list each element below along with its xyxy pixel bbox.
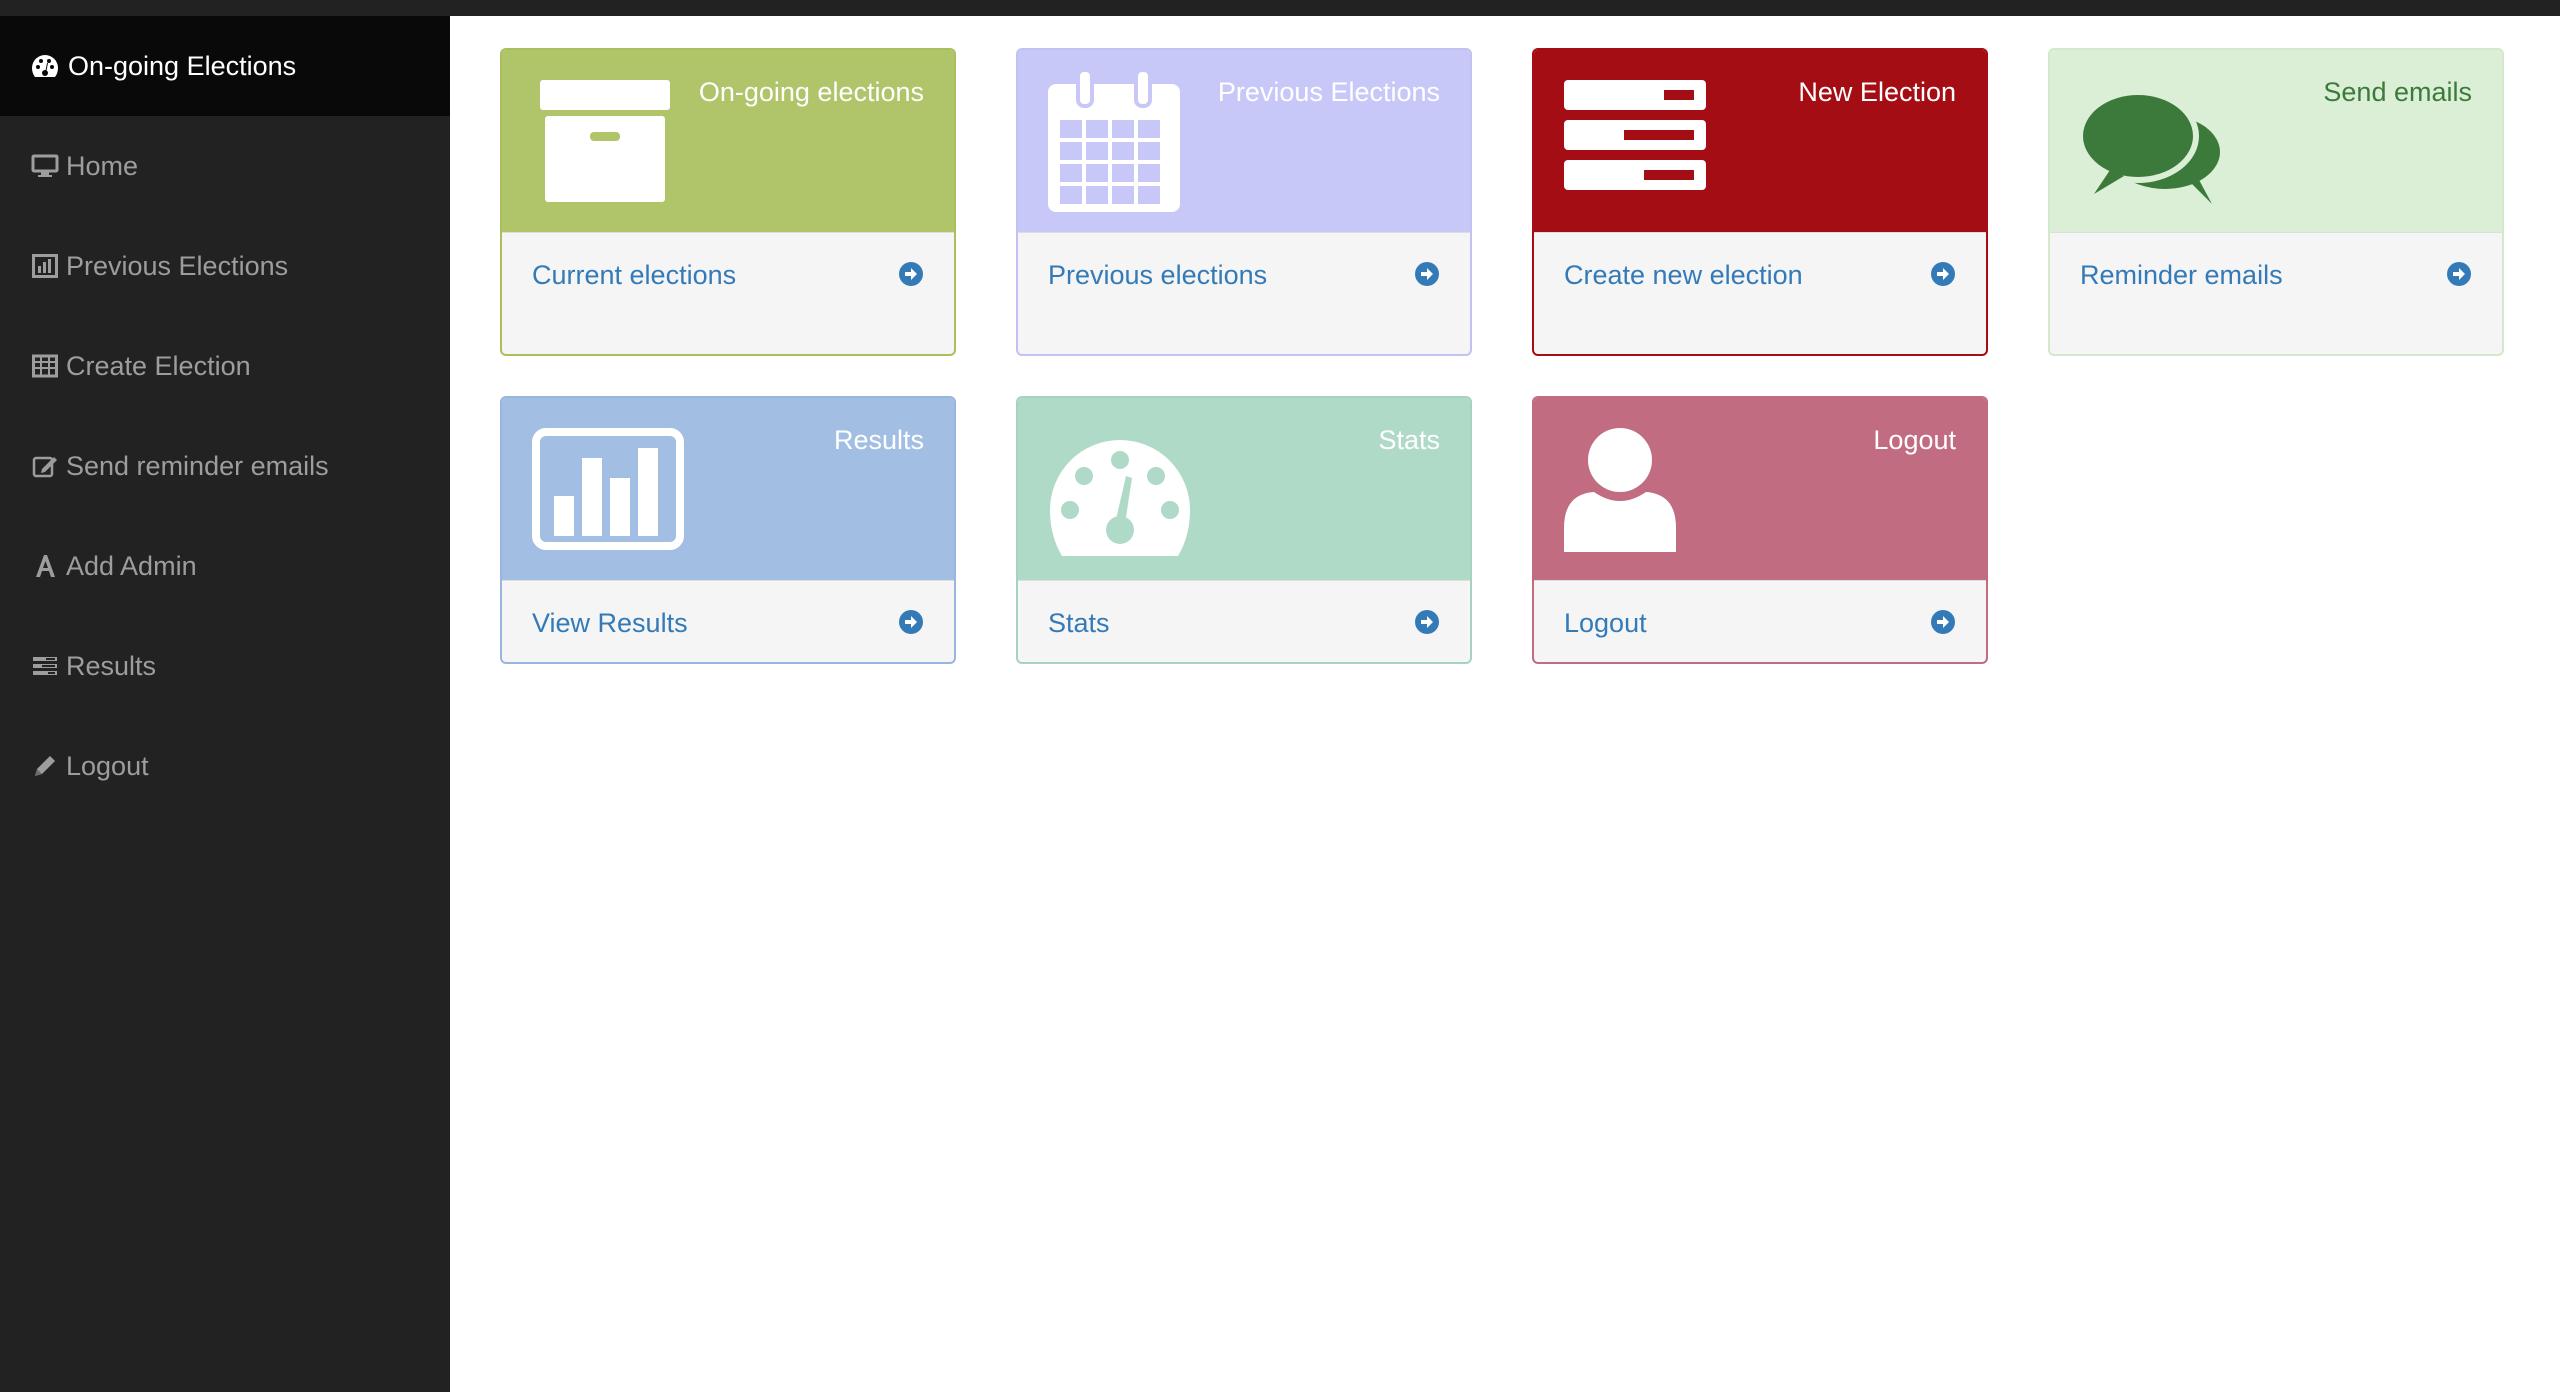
sidebar-item-results[interactable]: Results (0, 616, 450, 716)
edit-icon (30, 451, 60, 481)
list-icon (30, 651, 60, 681)
tile-title: Logout (1873, 425, 1956, 455)
sidebar-item-label: Results (66, 650, 157, 681)
calendar-icon (1048, 68, 1180, 217)
sidebar-item-home[interactable]: Home (0, 116, 450, 216)
tile-results: Results View Results (500, 396, 956, 664)
tile-title: Stats (1378, 425, 1440, 455)
tile-title: Previous Elections (1217, 77, 1440, 107)
tile-header: Stats (1018, 398, 1470, 580)
arrow-circle-right-icon (899, 610, 923, 634)
arrow-circle-right-icon (1415, 262, 1439, 286)
tile-link-label: Reminder emails (2080, 260, 2283, 290)
tile-title: New Election (1798, 77, 1956, 107)
tile-title: Send emails (2323, 77, 2472, 107)
arrow-circle-right-icon (1931, 262, 1955, 286)
sidebar-item-label: Add Admin (66, 550, 197, 581)
tile-send-emails: Send emails Reminder emails (2048, 48, 2504, 356)
pencil-icon (30, 751, 60, 781)
tile-title: Results (833, 425, 924, 455)
tile-header: New Election (1534, 50, 1986, 232)
sidebar-item-add-admin[interactable]: Add Admin (0, 516, 450, 616)
sidebar-item-label: Send reminder emails (66, 450, 329, 481)
tile-link-previous-elections[interactable]: Previous elections (1018, 232, 1470, 354)
monitor-icon (30, 151, 60, 181)
sidebar-header-ongoing-elections[interactable]: On-going Elections (0, 16, 450, 116)
tile-link-logout[interactable]: Logout (1534, 580, 1986, 662)
dashboard-icon (1048, 438, 1192, 563)
tile-link-label: Logout (1564, 608, 1647, 638)
sidebar-item-label: Home (66, 150, 139, 181)
chart-icon (532, 428, 684, 555)
arrow-circle-right-icon (2447, 262, 2471, 286)
tile-link-reminder-emails[interactable]: Reminder emails (2050, 232, 2502, 354)
tile-ongoing-elections: On-going elections Current elections (500, 48, 956, 356)
arrow-circle-right-icon (899, 262, 923, 286)
sidebar-item-create-election[interactable]: Create Election (0, 316, 450, 416)
tile-header: Send emails (2050, 50, 2502, 232)
tile-link-label: Current elections (532, 260, 737, 290)
sidebar-item-logout[interactable]: Logout (0, 716, 450, 816)
archive-icon (540, 80, 670, 209)
dashboard-icon (32, 55, 58, 77)
sidebar-item-previous-elections[interactable]: Previous Elections (0, 216, 450, 316)
tile-new-election: New Election Create new election (1532, 48, 1988, 356)
tile-link-label: Create new election (1564, 260, 1803, 290)
font-icon (30, 551, 60, 581)
tile-link-label: View Results (532, 608, 688, 638)
tile-header: Results (502, 398, 954, 580)
tile-link-create-new-election[interactable]: Create new election (1534, 232, 1986, 354)
user-icon (1564, 428, 1676, 557)
tile-link-current-elections[interactable]: Current elections (502, 232, 954, 354)
dashboard-main: On-going elections Current elections Pre… (450, 16, 2560, 1392)
sidebar-item-label: Logout (66, 750, 149, 781)
sidebar-item-label: Previous Elections (66, 250, 289, 281)
comments-icon (2077, 89, 2226, 211)
top-bar (0, 0, 2560, 16)
tile-link-label: Stats (1048, 608, 1110, 638)
arrow-circle-right-icon (1415, 610, 1439, 634)
tile-link-label: Previous elections (1048, 260, 1268, 290)
tasks-icon (1564, 80, 1706, 197)
tile-stats: Stats Stats (1016, 396, 1472, 664)
sidebar: On-going Elections Home Previous Electio… (0, 16, 450, 1392)
tile-header: Logout (1534, 398, 1986, 580)
tile-link-view-results[interactable]: View Results (502, 580, 954, 662)
tile-title: On-going elections (698, 77, 924, 107)
tile-header: Previous Elections (1018, 50, 1470, 232)
tile-logout: Logout Logout (1532, 396, 1988, 664)
table-icon (30, 351, 60, 381)
tile-link-stats[interactable]: Stats (1018, 580, 1470, 662)
bar-chart-icon (30, 251, 60, 281)
sidebar-item-send-reminder-emails[interactable]: Send reminder emails (0, 416, 450, 516)
sidebar-item-label: Create Election (66, 350, 251, 381)
sidebar-header-label: On-going Elections (68, 50, 297, 81)
tile-header: On-going elections (502, 50, 954, 232)
tile-previous-elections: Previous Elections Previous elections (1016, 48, 1472, 356)
arrow-circle-right-icon (1931, 610, 1955, 634)
